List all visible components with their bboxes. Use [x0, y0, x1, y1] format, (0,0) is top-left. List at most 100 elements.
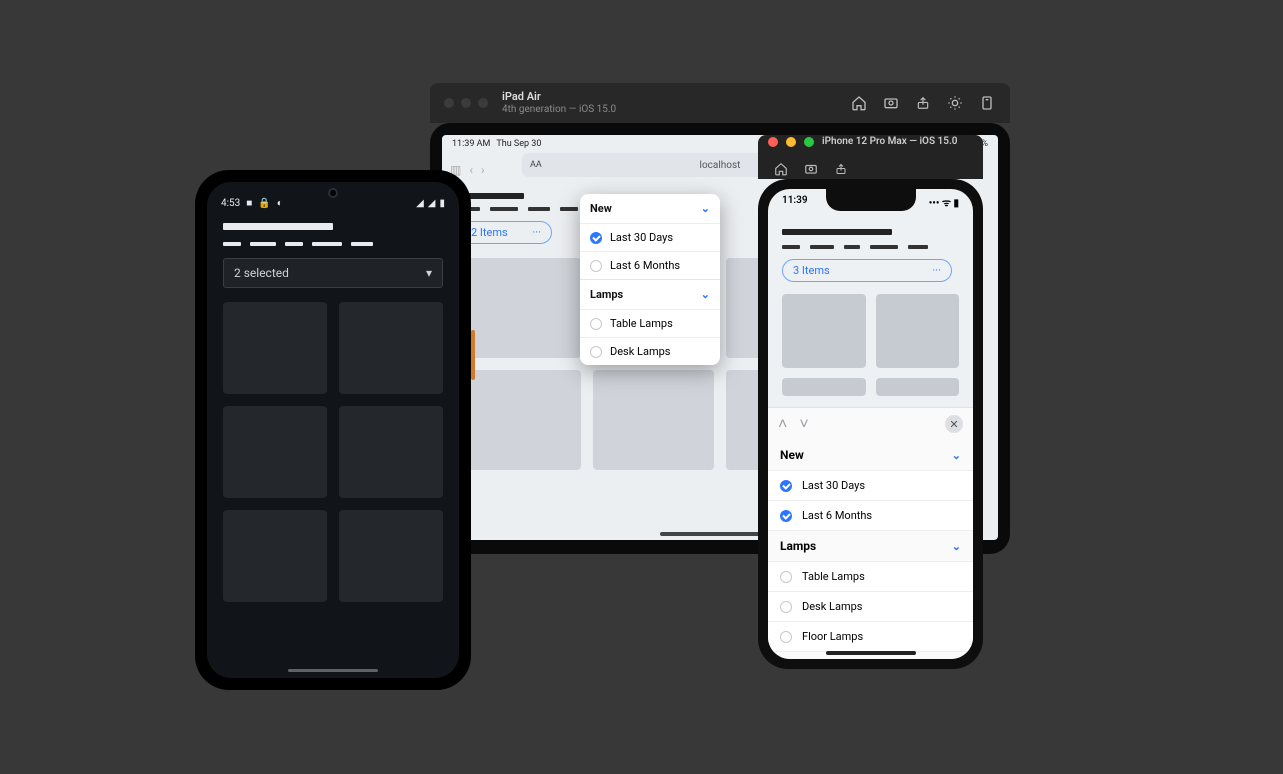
window-title: iPhone 12 Pro Max — iOS 15.0: [822, 136, 958, 147]
product-tile[interactable]: [593, 370, 714, 470]
traffic-lights[interactable]: [444, 98, 488, 108]
filter-select[interactable]: 2 selected ▾: [223, 258, 443, 288]
status-notif-icon: ■: [246, 198, 252, 209]
minimize-icon[interactable]: [461, 98, 471, 108]
chevron-down-icon: ⌄: [952, 540, 961, 553]
tag-row: [223, 242, 443, 246]
chevron-down-icon[interactable]: ˅: [799, 414, 808, 434]
status-lock-icon: 🔒: [258, 198, 270, 209]
rotate-icon[interactable]: [978, 94, 996, 112]
chevron-down-icon: ⌄: [701, 202, 710, 215]
menu-group-new[interactable]: New ⌄: [580, 194, 720, 223]
forward-icon[interactable]: ›: [481, 163, 485, 177]
zoom-icon[interactable]: [478, 98, 488, 108]
product-tile[interactable]: [339, 406, 443, 498]
menu-item-last-6-months[interactable]: Last 6 Months: [580, 251, 720, 279]
sheet-group-new[interactable]: New ⌄: [768, 440, 973, 470]
product-tile[interactable]: [339, 302, 443, 394]
tag-row: [782, 245, 959, 249]
chevron-down-icon: ▾: [426, 266, 432, 280]
product-tile[interactable]: [782, 378, 866, 396]
menu-item-label: Desk Lamps: [610, 345, 670, 358]
front-camera: [328, 188, 338, 198]
minimize-icon[interactable]: [786, 137, 796, 147]
product-tile[interactable]: [339, 510, 443, 602]
product-tile[interactable]: [782, 294, 866, 368]
more-icon[interactable]: ···: [932, 264, 941, 277]
status-theme-icon: ◐: [277, 198, 283, 209]
notch: [826, 189, 916, 211]
sheet-item-label: Table Lamps: [802, 570, 865, 583]
zoom-icon[interactable]: [804, 137, 814, 147]
sheet-group-label: Lamps: [780, 539, 816, 553]
page-title: [782, 229, 959, 235]
status-time: 11:39 AM: [452, 139, 490, 149]
home-icon[interactable]: [850, 94, 868, 112]
back-icon[interactable]: ‹: [469, 163, 473, 177]
sheet-group-label: New: [780, 448, 804, 462]
status-date: Thu Sep 30: [496, 139, 541, 149]
sheet-item-last-30-days[interactable]: Last 30 Days: [768, 470, 973, 500]
radio-on-icon: [780, 510, 792, 522]
page-title: [223, 223, 443, 230]
chevron-down-icon: ⌄: [701, 288, 710, 301]
text-size-button[interactable]: AA: [530, 160, 542, 170]
status-indicators: ••• ᯤ ▮: [929, 195, 959, 209]
iphone-device-frame: 11:39 ••• ᯤ ▮ 3 Items ···: [758, 179, 983, 669]
menu-group-lamps[interactable]: Lamps ⌄: [580, 279, 720, 309]
close-icon[interactable]: ✕: [945, 415, 963, 433]
more-icon[interactable]: ···: [532, 226, 541, 239]
ipad-filter-menu[interactable]: New ⌄ Last 30 Days Last 6 Months Lamps ⌄…: [580, 194, 720, 365]
radio-on-icon: [590, 232, 602, 244]
status-time: 11:39: [782, 195, 808, 209]
sheet-item-floor-lamps[interactable]: Floor Lamps: [768, 621, 973, 651]
window-subtitle: 4th generation — iOS 15.0: [502, 104, 616, 115]
filter-select-label: 2 selected: [234, 266, 289, 280]
product-tile[interactable]: [223, 302, 327, 394]
product-tile[interactable]: [876, 378, 960, 396]
menu-item-desk-lamps[interactable]: Desk Lamps: [580, 337, 720, 365]
menu-item-last-30-days[interactable]: Last 30 Days: [580, 223, 720, 251]
close-icon[interactable]: [768, 137, 778, 147]
product-tile[interactable]: [460, 370, 581, 470]
android-screen: 4:53 ■ 🔒 ◐ ◢ ◢ ▮ 2: [207, 182, 459, 678]
filter-chip[interactable]: 2 Items ···: [460, 221, 552, 244]
status-time: 4:53: [221, 198, 240, 209]
share-icon[interactable]: [914, 94, 932, 112]
gesture-bar[interactable]: [288, 669, 378, 672]
ipad-window-titlebar[interactable]: iPad Air 4th generation — iOS 15.0: [430, 83, 1010, 123]
sheet-item-label: Last 30 Days: [802, 479, 865, 492]
sheet-group-lamps[interactable]: Lamps ⌄: [768, 530, 973, 561]
filter-chip[interactable]: 3 Items ···: [782, 259, 952, 282]
product-tile[interactable]: [876, 294, 960, 368]
menu-group-label: Lamps: [590, 288, 623, 301]
iphone-window-titlebar[interactable]: iPhone 12 Pro Max — iOS 15.0: [758, 135, 983, 179]
menu-item-label: Table Lamps: [610, 317, 673, 330]
sheet-item-desk-lamps[interactable]: Desk Lamps: [768, 591, 973, 621]
android-status-bar: 4:53 ■ 🔒 ◐ ◢ ◢ ▮: [207, 182, 459, 215]
iphone-simulator-window: iPhone 12 Pro Max — iOS 15.0 11:39 ••• ᯤ…: [758, 135, 983, 669]
power-button[interactable]: [471, 330, 475, 380]
share-icon[interactable]: [832, 160, 850, 178]
radio-off-icon: [590, 346, 602, 358]
sheet-item-last-6-months[interactable]: Last 6 Months: [768, 500, 973, 530]
product-tile[interactable]: [223, 510, 327, 602]
brightness-icon[interactable]: [946, 94, 964, 112]
close-icon[interactable]: [444, 98, 454, 108]
filter-sheet[interactable]: ˄ ˅ ✕ New ⌄ Last 30 Days Last 6 Months: [768, 407, 973, 659]
menu-item-label: Last 30 Days: [610, 231, 673, 244]
product-tile[interactable]: [460, 258, 581, 358]
product-tile[interactable]: [223, 406, 327, 498]
screenshot-icon[interactable]: [882, 94, 900, 112]
screenshot-icon[interactable]: [802, 160, 820, 178]
sheet-item-table-lamps[interactable]: Table Lamps: [768, 561, 973, 591]
chevron-up-icon[interactable]: ˄: [778, 414, 787, 434]
filter-chip-label: 2 Items: [471, 226, 508, 239]
menu-item-table-lamps[interactable]: Table Lamps: [580, 309, 720, 337]
chevron-down-icon: ⌄: [952, 449, 961, 462]
signal-icon: ◢: [428, 198, 436, 209]
wifi-icon: ◢: [416, 198, 424, 209]
home-icon[interactable]: [772, 160, 790, 178]
home-indicator[interactable]: [826, 651, 916, 655]
sheet-item-label: Desk Lamps: [802, 600, 862, 613]
